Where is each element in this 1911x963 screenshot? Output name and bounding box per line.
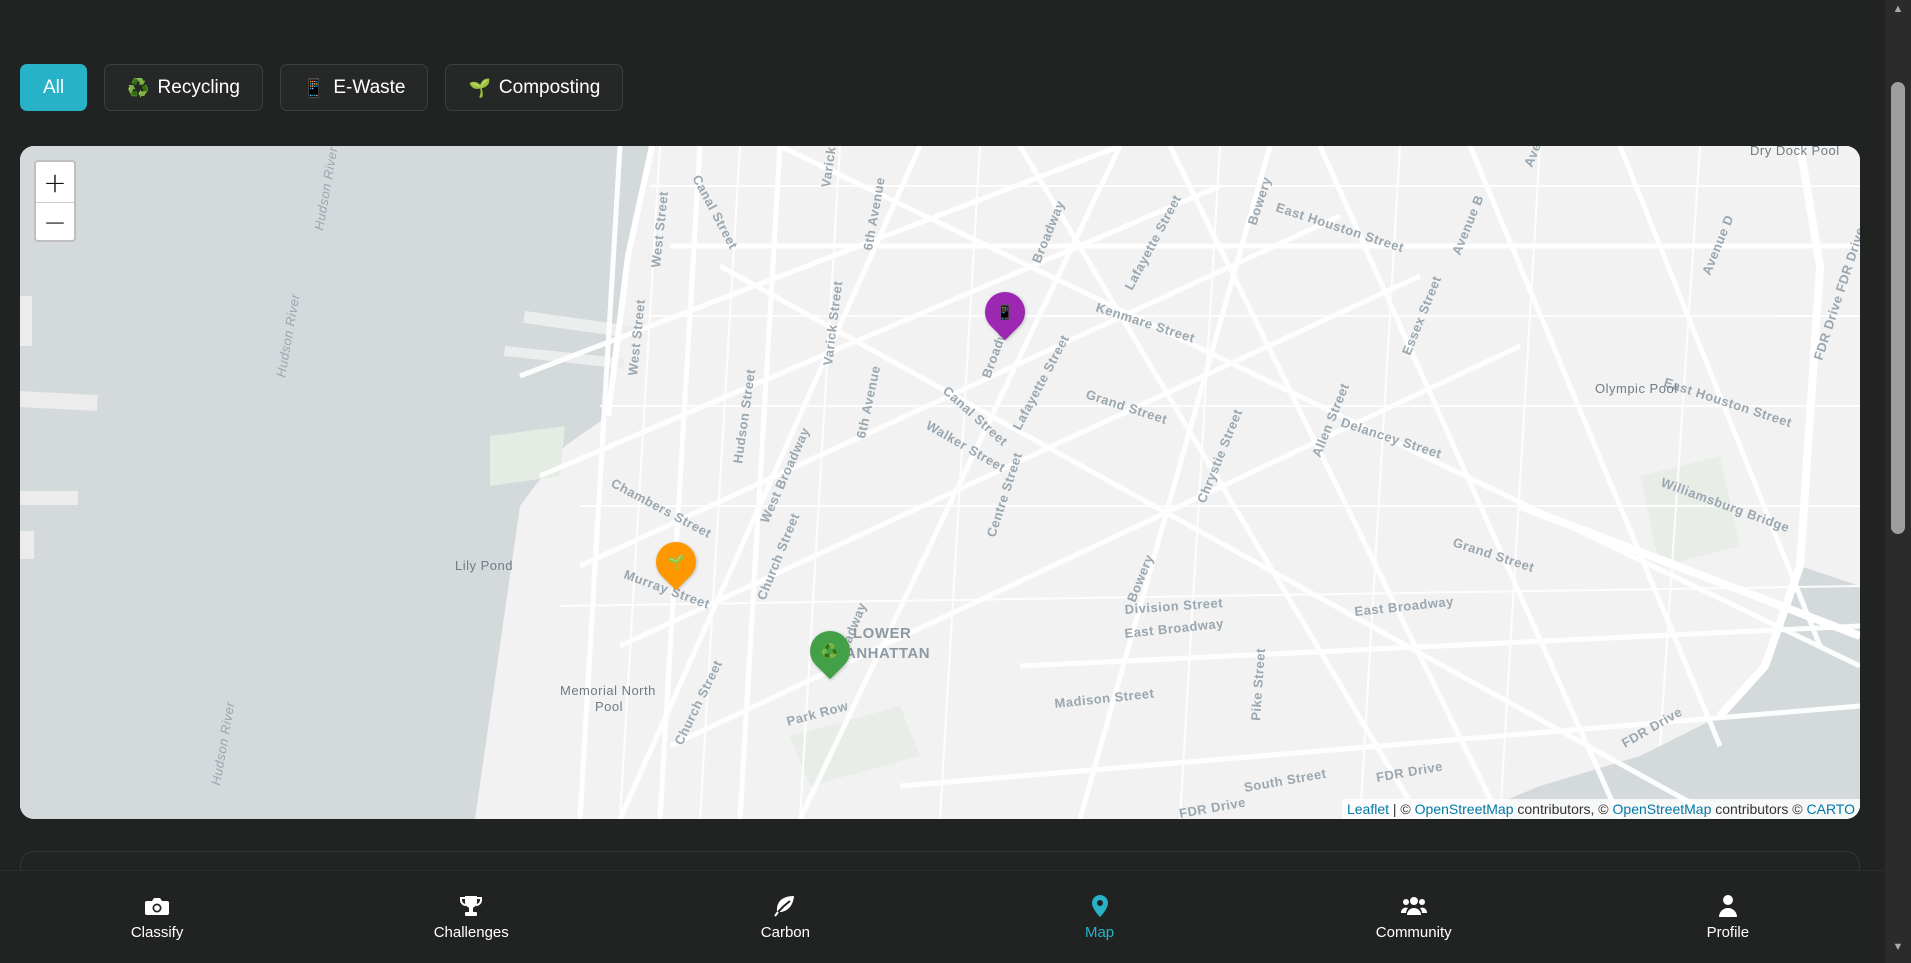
- map-label: Pool: [595, 699, 623, 714]
- attribution-text: contributors, ©: [1513, 801, 1613, 817]
- scroll-down-arrow-icon[interactable]: ▼: [1891, 940, 1905, 954]
- map-label: Olympic Pool: [1595, 381, 1678, 396]
- filter-all-label: All: [43, 76, 65, 98]
- zoom-out-button[interactable]: −: [36, 202, 74, 240]
- leaf-icon: [774, 895, 795, 917]
- nav-challenges[interactable]: Challenges: [401, 894, 541, 941]
- carto-link[interactable]: CARTO: [1807, 801, 1856, 817]
- map-page: All ♻️ Recycling 📱 E-Waste 🌱 Composting: [0, 0, 1911, 963]
- page-scrollbar[interactable]: ▲ ▼: [1885, 0, 1911, 963]
- seedling-icon: 🌱: [468, 77, 491, 98]
- map-label: Dry Dock Pool: [1750, 146, 1840, 158]
- map-label: LOWER: [853, 625, 911, 642]
- phone-icon: 📱: [996, 304, 1014, 320]
- user-icon: [1718, 894, 1737, 917]
- recycling-map[interactable]: Canal Street Varick Street 6th Avenue We…: [20, 146, 1860, 819]
- zoom-in-button[interactable]: +: [36, 162, 74, 202]
- seedling-icon: 🌱: [667, 554, 685, 570]
- nav-community[interactable]: Community: [1344, 894, 1484, 941]
- filter-composting-label: Composting: [498, 76, 601, 98]
- trophy-icon: [460, 895, 483, 916]
- filter-all-button[interactable]: All: [20, 64, 88, 111]
- category-filter-bar: All ♻️ Recycling 📱 E-Waste 🌱 Composting: [20, 64, 624, 111]
- filter-composting-button[interactable]: 🌱 Composting: [445, 64, 624, 111]
- attribution-text: contributors ©: [1711, 801, 1807, 817]
- nav-profile[interactable]: Profile: [1658, 894, 1798, 941]
- recycle-icon: ♻️: [127, 77, 150, 98]
- attribution-text: | ©: [1389, 801, 1415, 817]
- bottom-navigation: Classify Challenges Carbon Map Community…: [0, 870, 1885, 963]
- camera-icon: [145, 897, 170, 915]
- leaflet-link[interactable]: Leaflet: [1347, 801, 1389, 817]
- openstreetmap-link[interactable]: OpenStreetMap: [1415, 801, 1514, 817]
- openstreetmap-link[interactable]: OpenStreetMap: [1613, 801, 1712, 817]
- filter-recycling-button[interactable]: ♻️ Recycling: [104, 64, 263, 111]
- nav-carbon[interactable]: Carbon: [715, 894, 855, 941]
- nav-label: Challenges: [433, 923, 509, 941]
- map-label: Lily Pond: [455, 558, 513, 573]
- nav-classify[interactable]: Classify: [87, 894, 227, 941]
- nav-label: Profile: [1706, 923, 1750, 941]
- nav-label: Community: [1375, 923, 1452, 941]
- map-pin-icon: [1091, 894, 1108, 917]
- phone-icon: 📱: [302, 77, 326, 98]
- nav-label: Carbon: [760, 923, 810, 941]
- filter-ewaste-label: E-Waste: [333, 76, 406, 98]
- users-icon: [1400, 896, 1427, 915]
- zoom-control: + −: [34, 160, 76, 242]
- nav-map[interactable]: Map: [1030, 894, 1170, 941]
- nav-label: Map: [1084, 923, 1115, 941]
- recycle-icon: ♻️: [821, 643, 839, 659]
- filter-recycling-label: Recycling: [157, 76, 240, 98]
- map-tiles[interactable]: Canal Street Varick Street 6th Avenue We…: [20, 146, 1860, 819]
- scroll-thumb[interactable]: [1891, 82, 1905, 534]
- nav-label: Classify: [130, 923, 184, 941]
- map-attribution: Leaflet | © OpenStreetMap contributors, …: [1341, 799, 1860, 819]
- scroll-up-arrow-icon[interactable]: ▲: [1891, 2, 1905, 16]
- filter-ewaste-button[interactable]: 📱 E-Waste: [279, 64, 429, 111]
- map-label: Memorial North: [560, 683, 656, 698]
